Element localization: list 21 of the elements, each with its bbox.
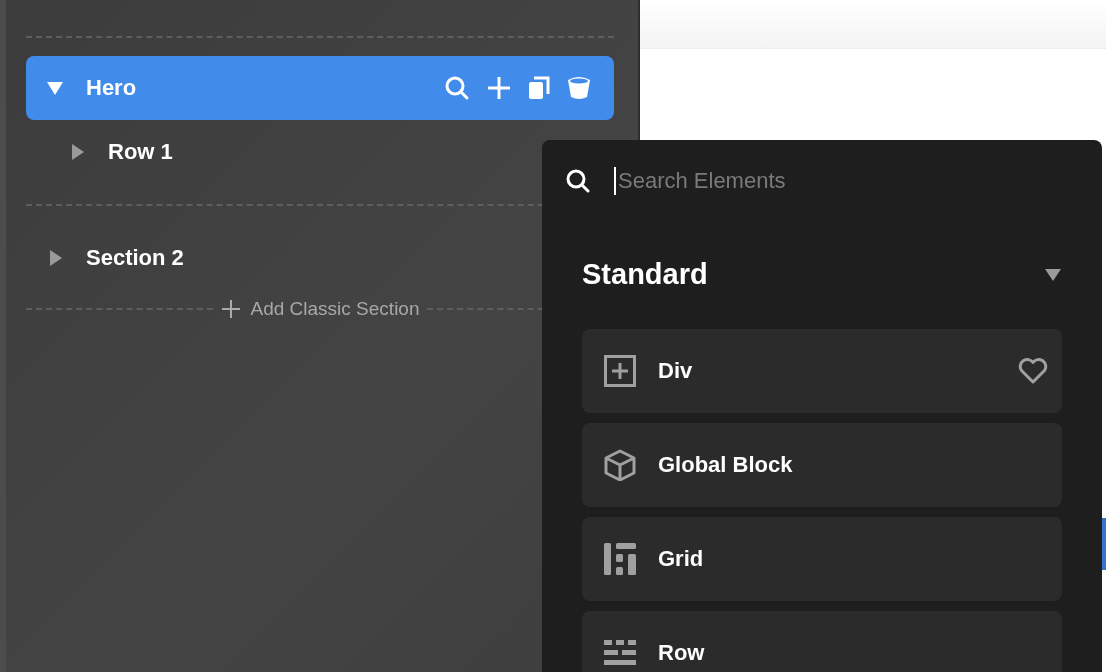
search-icon[interactable] [444,75,470,101]
add-section-button[interactable]: Add Classic Section [212,298,428,320]
rows-icon [604,640,636,666]
cube-icon [604,449,636,481]
grid-icon [604,543,636,575]
heart-icon[interactable] [1018,358,1048,384]
add-icon[interactable] [486,75,512,101]
element-card[interactable]: Global Block [582,423,1062,507]
collapse-caret-icon[interactable] [1044,267,1062,282]
element-card[interactable]: Div [582,329,1062,413]
search-icon [566,169,590,193]
expand-triangle-icon[interactable] [46,79,64,97]
category-title: Standard [582,258,708,291]
element-card[interactable]: Grid [582,517,1062,601]
row-item[interactable]: Row 1 [26,120,614,184]
element-card[interactable]: Row [582,611,1062,672]
trash-icon[interactable] [566,75,592,101]
add-icon [220,299,241,319]
plus-square-icon [604,355,636,387]
duplicate-icon[interactable] [528,75,550,101]
search-field[interactable]: Search Elements [614,167,978,195]
